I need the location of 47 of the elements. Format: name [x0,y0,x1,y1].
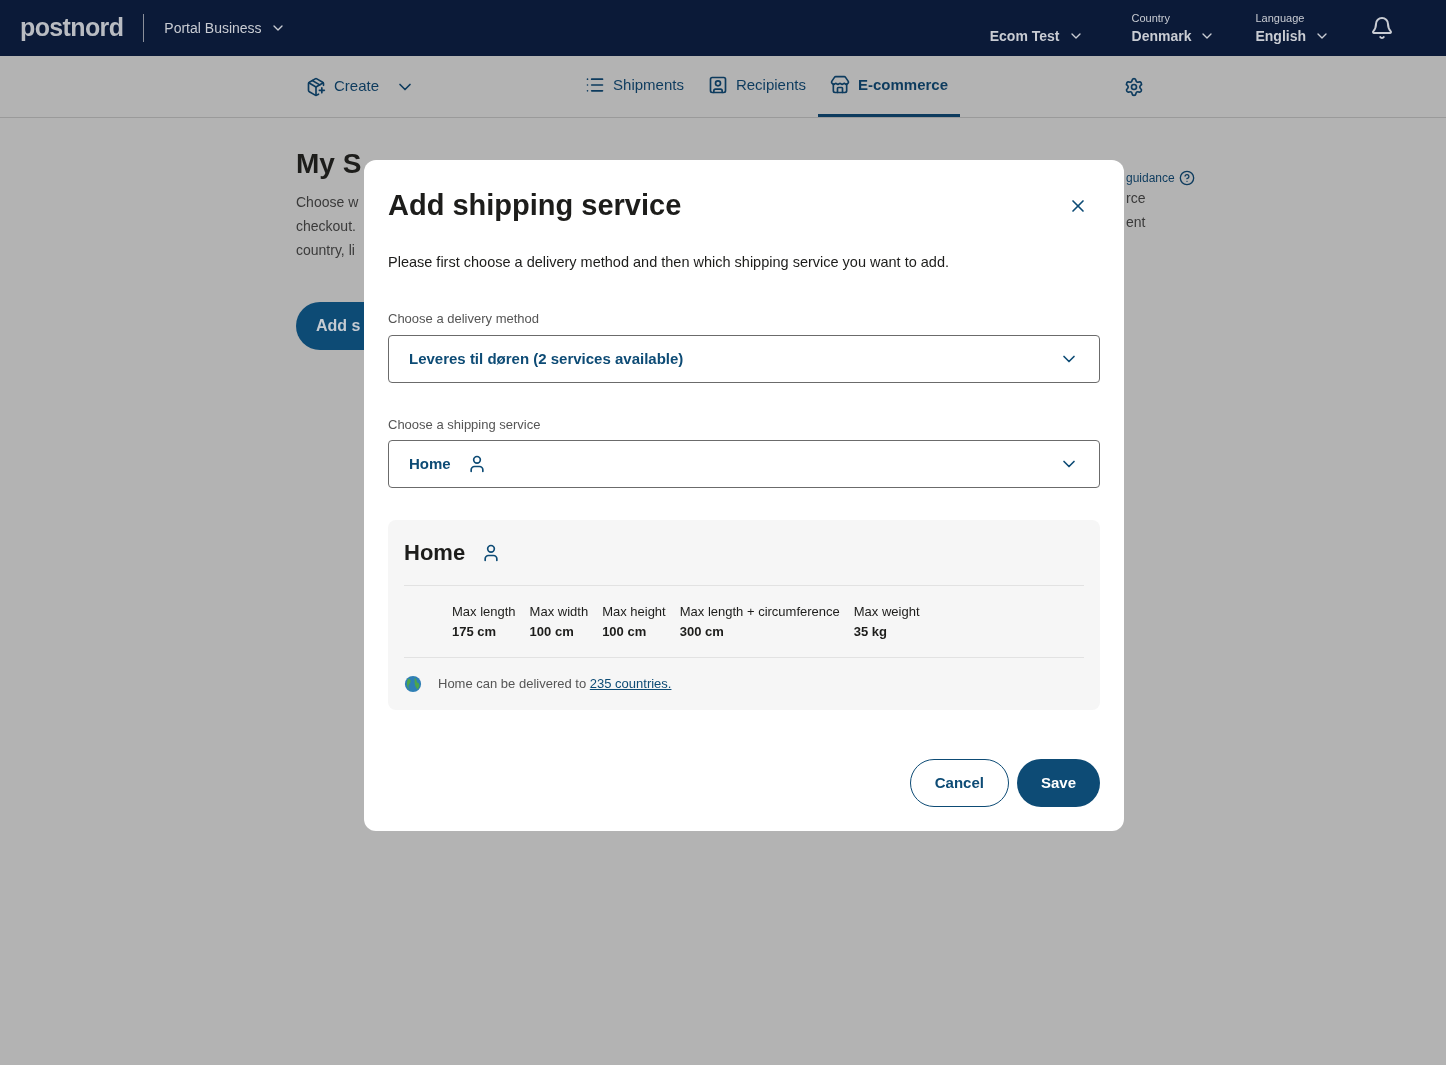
add-button[interactable]: Add s [296,302,364,350]
delivery-note: Home can be delivered to 235 countries. [438,675,672,694]
help-icon [1178,170,1195,186]
field-label: Choose a shipping service [388,415,542,434]
globe-icon [404,675,422,693]
store-icon [829,75,850,95]
notifications-icon[interactable] [1370,16,1394,40]
field-label: Choose a delivery method [388,310,541,329]
card-title: Home [404,539,466,568]
spec-label: Max weight [853,603,920,622]
description-text: Choose w [296,193,360,212]
nav-tab[interactable]: Shipments [573,56,696,117]
list-icon [585,75,606,95]
language-menu[interactable]: English [1255,26,1330,47]
logo[interactable]: postnord [20,9,124,47]
select-field[interactable]: Home [388,440,1100,489]
spec-label: Max length [452,603,516,622]
select-field[interactable]: Leveres til døren (2 services available) [388,334,1100,383]
spec-value: 175 cm [452,622,498,641]
save-button[interactable]: Save [1016,759,1100,807]
spec-label: Max width [529,603,589,622]
country-label: Country [1131,10,1172,26]
spec-value: 100 cm [602,622,648,641]
country-menu[interactable]: Denmark [1131,26,1216,47]
intro-text: Please first choose a delivery method and then which shipping service you want to add. [388,252,950,272]
guidance-link[interactable]: guidance [1126,170,1175,186]
language-label: Language [1255,10,1306,26]
description-text: ent [1126,213,1146,232]
portal-menu[interactable]: Portal Business [164,18,286,38]
spec-value: 35 kg [853,622,888,641]
countries-link[interactable]: 235 countries. [589,676,672,692]
package-plus-icon [306,76,326,97]
nav-tab[interactable]: E-commerce [817,56,960,117]
description-text: checkout. [296,217,357,236]
spec-label: Max length + circumference [679,603,840,622]
page-title: My S [296,150,363,178]
settings-icon[interactable] [1124,76,1144,97]
spec-label: Max height [602,603,666,622]
account-menu[interactable]: Ecom Test [989,26,1084,46]
create-menu[interactable]: Create [306,75,416,98]
nav-tab[interactable]: Recipients [695,56,818,117]
description-text: country, li [296,241,356,260]
spec-value: 300 cm [679,622,725,641]
spec-value: 100 cm [529,622,575,641]
dialog-title: Add shipping service [388,188,682,223]
contact-icon [707,75,728,95]
description-text: rce [1126,189,1146,208]
